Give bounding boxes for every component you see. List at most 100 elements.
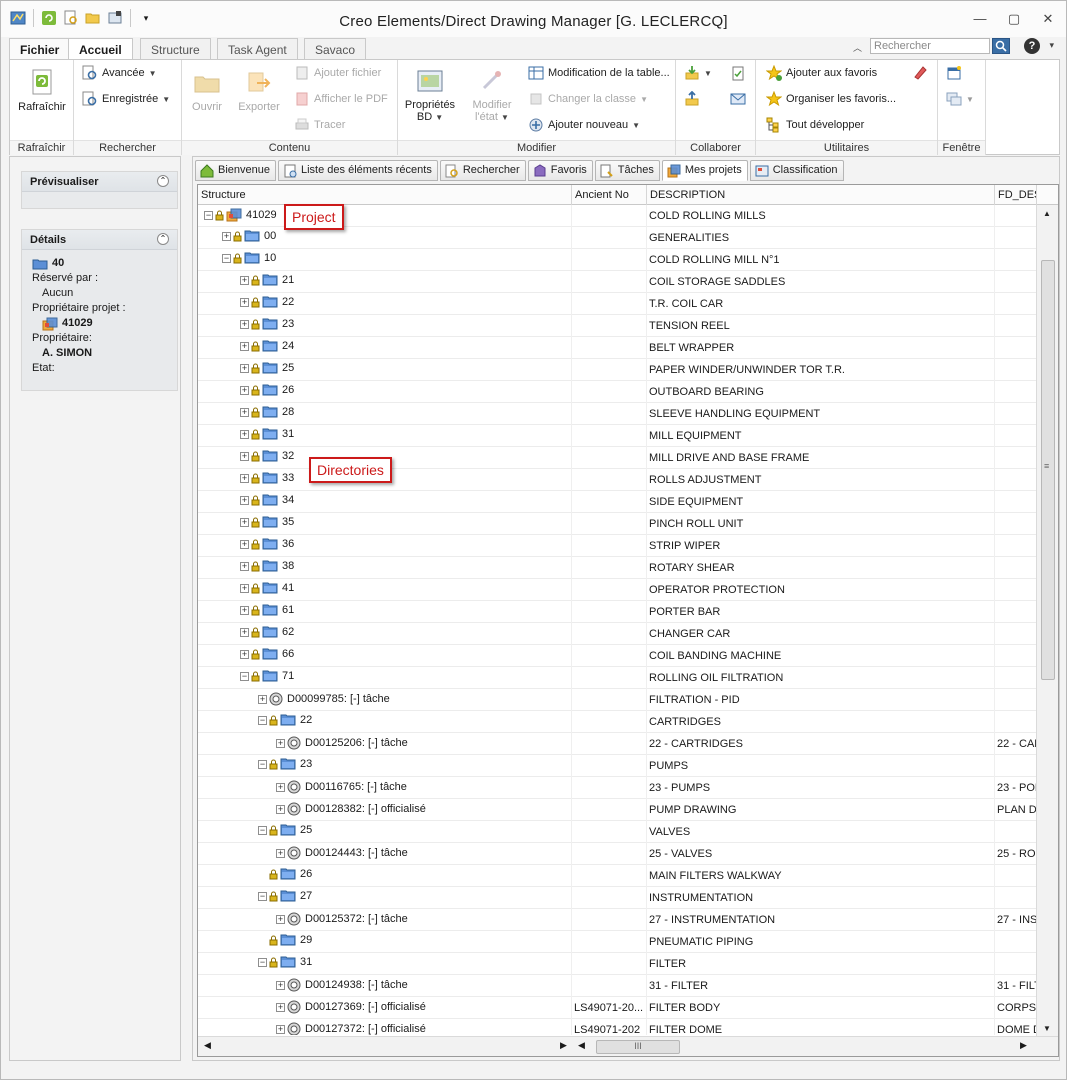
structure-cell[interactable]: 26 bbox=[198, 865, 572, 887]
ribbon-search-input[interactable]: Rechercher bbox=[870, 38, 990, 54]
tree-node[interactable]: +62 bbox=[240, 626, 294, 638]
checkout-button[interactable] bbox=[684, 91, 700, 107]
table-row[interactable]: + D00099785: [-] tâche FILTRATION - PID bbox=[198, 689, 1036, 711]
expand-icon[interactable]: + bbox=[240, 363, 249, 373]
collapse-ribbon-icon[interactable]: ︿ bbox=[853, 41, 862, 54]
structure-cell[interactable]: +62 bbox=[198, 623, 572, 645]
table-row[interactable]: +41 OPERATOR PROTECTION bbox=[198, 579, 1036, 601]
structure-cell[interactable]: 29 bbox=[198, 931, 572, 953]
tree-node[interactable]: +25 bbox=[240, 362, 294, 374]
collapse-icon[interactable]: − bbox=[258, 957, 267, 967]
table-row[interactable]: + D00127369: [-] officialisé LS49071-20...… bbox=[198, 997, 1036, 1019]
expand-icon[interactable]: + bbox=[240, 649, 249, 659]
help-menu-chevron-icon[interactable]: ▾ bbox=[1049, 40, 1054, 51]
column-header-fd-des[interactable]: FD_DES bbox=[995, 185, 1037, 205]
table-row[interactable]: +00 GENERALITIES bbox=[198, 227, 1036, 249]
tree-node[interactable]: + D00099785: [-] tâche bbox=[258, 692, 390, 706]
table-row[interactable]: +61 PORTER BAR bbox=[198, 601, 1036, 623]
tree-node[interactable]: − 31 bbox=[258, 956, 312, 968]
column-header-structure[interactable]: Structure bbox=[198, 185, 572, 205]
collapse-icon[interactable]: − bbox=[240, 671, 249, 681]
expand-icon[interactable]: + bbox=[240, 495, 249, 505]
structure-cell[interactable]: + D00099785: [-] tâche bbox=[198, 689, 572, 711]
tree-node[interactable]: − 22 bbox=[258, 714, 312, 726]
table-row[interactable]: +66 COIL BANDING MACHINE bbox=[198, 645, 1036, 667]
structure-cell[interactable]: + D00125372: [-] tâche bbox=[198, 909, 572, 931]
expand-icon[interactable]: + bbox=[240, 297, 249, 307]
tab-bienvenue[interactable]: Bienvenue bbox=[195, 160, 276, 181]
expand-icon[interactable]: + bbox=[240, 451, 249, 461]
expand-icon[interactable]: + bbox=[276, 782, 285, 792]
tab-search[interactable]: Rechercher bbox=[439, 160, 526, 181]
expand-icon[interactable]: + bbox=[240, 605, 249, 615]
db-properties-button[interactable]: Propriétés BD ▼ bbox=[402, 66, 458, 123]
horizontal-scrollbar[interactable]: ◀ ▶ ◀ III ▶ bbox=[198, 1036, 1058, 1056]
tree-node[interactable]: +66 bbox=[240, 648, 294, 660]
table-row[interactable]: +38 ROTARY SHEAR bbox=[198, 557, 1036, 579]
structure-cell[interactable]: +41 bbox=[198, 579, 572, 601]
tab-classification[interactable]: Classification bbox=[749, 160, 844, 181]
collapse-icon[interactable]: − bbox=[222, 253, 231, 263]
structure-cell[interactable]: − 31 bbox=[198, 953, 572, 975]
table-row[interactable]: +26 OUTBOARD BEARING bbox=[198, 381, 1036, 403]
refresh-button[interactable]: Rafraîchir bbox=[14, 68, 70, 113]
tree-node[interactable]: +35 bbox=[240, 516, 294, 528]
table-row[interactable]: +34 SIDE EQUIPMENT bbox=[198, 491, 1036, 513]
tab-structure[interactable]: Structure bbox=[140, 38, 211, 60]
structure-cell[interactable]: − 71 bbox=[198, 667, 572, 689]
export-button[interactable]: Exporter bbox=[234, 68, 284, 113]
add-favorites-button[interactable]: Ajouter aux favoris bbox=[766, 65, 877, 81]
tree-node[interactable]: +33 bbox=[240, 472, 294, 484]
structure-cell[interactable]: +35 bbox=[198, 513, 572, 535]
scroll-right-icon[interactable]: ▶ bbox=[560, 1040, 567, 1054]
structure-cell[interactable]: +23 bbox=[198, 315, 572, 337]
tree-node[interactable]: − 27 bbox=[258, 890, 312, 902]
vertical-scroll-thumb[interactable]: ≡ bbox=[1041, 260, 1055, 680]
expand-icon[interactable]: + bbox=[276, 804, 285, 814]
table-row[interactable]: +23 TENSION REEL bbox=[198, 315, 1036, 337]
structure-cell[interactable]: +34 bbox=[198, 491, 572, 513]
restore-icon[interactable]: ▢ bbox=[1006, 11, 1022, 27]
clipboard-button[interactable] bbox=[730, 65, 746, 81]
expand-icon[interactable]: + bbox=[240, 473, 249, 483]
table-row[interactable]: − 23 PUMPS bbox=[198, 755, 1036, 777]
expand-icon[interactable]: + bbox=[258, 694, 267, 704]
table-row[interactable]: +62 CHANGER CAR bbox=[198, 623, 1036, 645]
tree-node[interactable]: +24 bbox=[240, 340, 294, 352]
column-header-ancient-no[interactable]: Ancient No bbox=[572, 185, 647, 205]
table-row[interactable]: +22 T.R. COIL CAR bbox=[198, 293, 1036, 315]
tree-node[interactable]: +23 bbox=[240, 318, 294, 330]
tree-node[interactable]: + D00128382: [-] officialisé bbox=[276, 802, 426, 816]
open-button[interactable]: Ouvrir bbox=[186, 68, 228, 113]
vertical-scrollbar[interactable]: ▲ ≡ ▼ bbox=[1036, 205, 1058, 1037]
table-row[interactable]: − 25 VALVES bbox=[198, 821, 1036, 843]
collapse-preview-icon[interactable]: ⌃ bbox=[157, 175, 169, 187]
structure-cell[interactable]: +26 bbox=[198, 381, 572, 403]
structure-cell[interactable]: +22 bbox=[198, 293, 572, 315]
table-row[interactable]: + D00125372: [-] tâche 27 - INSTRUMENTATIO… bbox=[198, 909, 1036, 931]
help-icon[interactable]: ? bbox=[1024, 38, 1040, 54]
tab-savaco[interactable]: Savaco bbox=[304, 38, 367, 60]
collapse-icon[interactable]: − bbox=[258, 891, 267, 901]
add-file-button[interactable]: Ajouter fichier bbox=[294, 65, 381, 81]
tree-node[interactable]: +26 bbox=[240, 384, 294, 396]
structure-cell[interactable]: + D00127369: [-] officialisé bbox=[198, 997, 572, 1019]
minimize-icon[interactable]: — bbox=[972, 11, 988, 27]
collapse-icon[interactable]: − bbox=[258, 759, 267, 769]
structure-cell[interactable]: − 27 bbox=[198, 887, 572, 909]
structure-cell[interactable]: +66 bbox=[198, 645, 572, 667]
advanced-search-button[interactable]: Avancée ▼ bbox=[82, 65, 157, 81]
table-row[interactable]: + D00116765: [-] tâche 23 - PUMPS23 - POM bbox=[198, 777, 1036, 799]
tree-node[interactable]: +32 bbox=[240, 450, 294, 462]
saved-search-button[interactable]: Enregistrée ▼ bbox=[82, 91, 170, 107]
tree-node[interactable]: +28 bbox=[240, 406, 294, 418]
tree-node[interactable]: +41 bbox=[240, 582, 294, 594]
tab-task-agent[interactable]: Task Agent bbox=[217, 38, 298, 60]
expand-icon[interactable]: + bbox=[240, 583, 249, 593]
expand-icon[interactable]: + bbox=[276, 914, 285, 924]
structure-cell[interactable]: + D00127372: [-] officialisé bbox=[198, 1019, 572, 1035]
structure-cell[interactable]: +61 bbox=[198, 601, 572, 623]
collapse-details-icon[interactable]: ⌃ bbox=[157, 233, 169, 245]
structure-cell[interactable]: + D00124938: [-] tâche bbox=[198, 975, 572, 997]
expand-icon[interactable]: + bbox=[222, 231, 231, 241]
